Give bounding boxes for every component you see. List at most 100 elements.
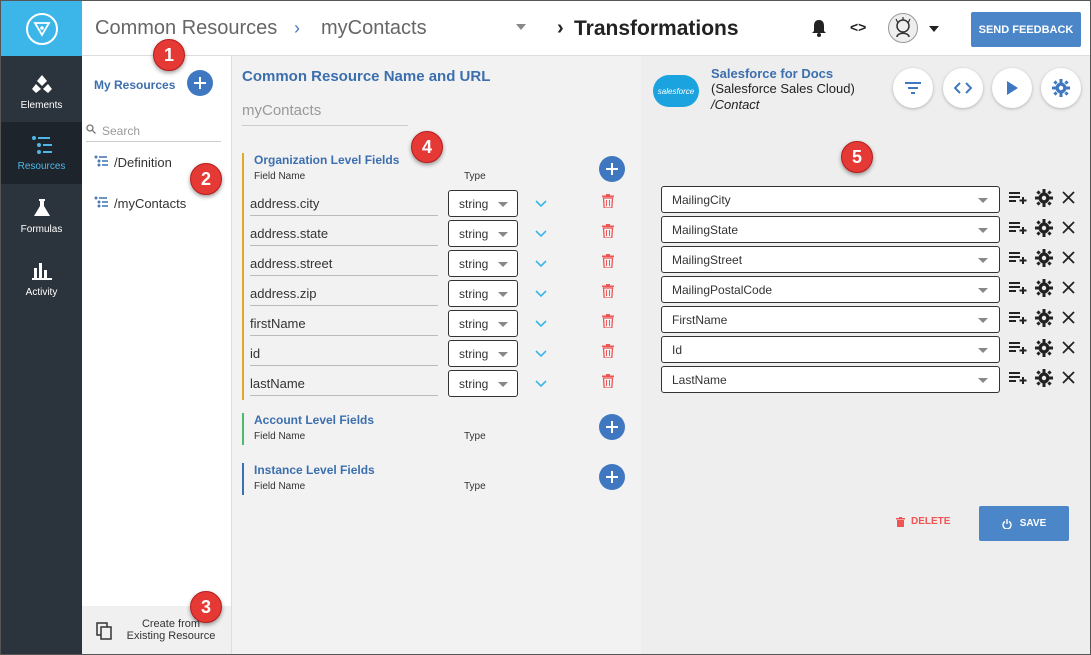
chevron-down-icon (498, 322, 508, 327)
mapping-field-select[interactable]: MailingStreet (661, 246, 1000, 273)
app-logo[interactable] (1, 1, 82, 56)
callout-badge: 2 (190, 163, 222, 195)
field-row: lastName string (250, 368, 622, 398)
rail-item-elements[interactable]: Elements (1, 61, 82, 123)
mapping-field-select[interactable]: MailingPostalCode (661, 276, 1000, 303)
plus-icon (606, 163, 618, 175)
trash-icon[interactable] (602, 314, 614, 333)
rail-item-activity[interactable]: Activity (1, 248, 82, 310)
chevron-down-icon[interactable] (929, 26, 939, 32)
field-type-value: string (459, 197, 489, 211)
filter-button[interactable] (893, 68, 933, 108)
expand-chevron-icon[interactable] (535, 285, 547, 303)
add-field-button[interactable] (599, 156, 625, 182)
rail-item-resources[interactable]: Resources (1, 122, 82, 184)
rail-item-formulas[interactable]: Formulas (1, 185, 82, 247)
field-type-select[interactable]: string (448, 280, 518, 307)
close-icon[interactable] (1062, 341, 1075, 359)
field-name-input[interactable]: id (250, 338, 438, 366)
mapping-row: MailingCity (661, 186, 1090, 214)
trash-icon[interactable] (602, 224, 614, 243)
gear-icon[interactable] (1035, 249, 1053, 272)
close-icon[interactable] (1062, 281, 1075, 299)
resource-item-label: /myContacts (114, 196, 187, 211)
field-name-input[interactable]: address.city (250, 188, 438, 216)
gear-icon[interactable] (1035, 369, 1053, 392)
add-list-icon[interactable] (1009, 250, 1027, 269)
column-header-field-name: Field Name (254, 431, 306, 442)
gear-icon[interactable] (1035, 279, 1053, 302)
column-header-type: Type (464, 481, 486, 492)
add-list-icon[interactable] (1009, 220, 1027, 239)
field-name-input[interactable]: address.state (250, 218, 438, 246)
avatar[interactable] (888, 13, 918, 43)
expand-chevron-icon[interactable] (535, 225, 547, 243)
trash-icon[interactable] (602, 374, 614, 393)
close-icon[interactable] (1062, 371, 1075, 389)
send-feedback-button[interactable]: SEND FEEDBACK (971, 12, 1081, 47)
expand-chevron-icon[interactable] (535, 375, 547, 393)
salesforce-logo: salesforce (653, 75, 699, 107)
mapping-field-select[interactable]: FirstName (661, 306, 1000, 333)
resource-item-definition[interactable]: /Definition (94, 155, 172, 170)
breadcrumb-common-resources[interactable]: Common Resources (95, 17, 277, 40)
add-list-icon[interactable] (1009, 340, 1027, 359)
app-window: Elements Resources Formulas Activity Com… (0, 0, 1091, 655)
close-icon[interactable] (1062, 251, 1075, 269)
expand-chevron-icon[interactable] (535, 195, 547, 213)
mapping-field-select[interactable]: MailingState (661, 216, 1000, 243)
add-resource-button[interactable] (187, 70, 213, 96)
expand-chevron-icon[interactable] (535, 315, 547, 333)
field-name-input[interactable]: firstName (250, 308, 438, 336)
expand-chevron-icon[interactable] (535, 345, 547, 363)
connector-subtitle: (Salesforce Sales Cloud) (711, 81, 855, 96)
add-list-icon[interactable] (1009, 280, 1027, 299)
add-list-icon[interactable] (1009, 310, 1027, 329)
add-field-button[interactable] (599, 414, 625, 440)
field-type-select[interactable]: string (448, 340, 518, 367)
gear-icon (1052, 79, 1070, 97)
close-icon[interactable] (1062, 311, 1075, 329)
chevron-down-icon (978, 228, 988, 233)
chevron-down-icon[interactable] (516, 24, 526, 30)
add-list-icon[interactable] (1009, 190, 1027, 209)
field-type-select[interactable]: string (448, 370, 518, 397)
field-name-input[interactable]: address.street (250, 248, 438, 276)
expand-chevron-icon[interactable] (535, 255, 547, 273)
gear-icon[interactable] (1035, 309, 1053, 332)
trash-icon[interactable] (602, 194, 614, 213)
bell-icon[interactable] (811, 19, 827, 42)
field-name-input[interactable]: address.zip (250, 278, 438, 306)
delete-button[interactable]: DELETE (896, 516, 950, 527)
resource-name-input[interactable]: myContacts (242, 102, 408, 126)
code-button[interactable] (943, 68, 983, 108)
field-type-select[interactable]: string (448, 310, 518, 337)
add-list-icon[interactable] (1009, 370, 1027, 389)
field-type-select[interactable]: string (448, 190, 518, 217)
trash-icon[interactable] (602, 284, 614, 303)
mapping-field-select[interactable]: LastName (661, 366, 1000, 393)
resource-item-mycontacts[interactable]: /myContacts (94, 196, 186, 211)
section-heading: Common Resource Name and URL (242, 68, 491, 85)
search-input[interactable]: Search (86, 120, 221, 142)
breadcrumb-resource[interactable]: myContacts (321, 17, 427, 40)
mapping-field-select[interactable]: MailingCity (661, 186, 1000, 213)
gear-icon[interactable] (1035, 339, 1053, 362)
settings-button[interactable] (1041, 68, 1081, 108)
field-type-select[interactable]: string (448, 250, 518, 277)
trash-icon[interactable] (602, 344, 614, 363)
field-type-select[interactable]: string (448, 220, 518, 247)
top-header: Common Resources › myContacts › Transfor… (82, 1, 1090, 56)
run-button[interactable] (992, 68, 1032, 108)
code-icon[interactable]: <> (850, 19, 866, 35)
gear-icon[interactable] (1035, 219, 1053, 242)
close-icon[interactable] (1062, 191, 1075, 209)
add-field-button[interactable] (599, 464, 625, 490)
chevron-down-icon (978, 258, 988, 263)
trash-icon[interactable] (602, 254, 614, 273)
save-button[interactable]: SAVE (979, 506, 1069, 541)
gear-icon[interactable] (1035, 189, 1053, 212)
mapping-field-select[interactable]: Id (661, 336, 1000, 363)
close-icon[interactable] (1062, 221, 1075, 239)
field-name-input[interactable]: lastName (250, 368, 438, 396)
